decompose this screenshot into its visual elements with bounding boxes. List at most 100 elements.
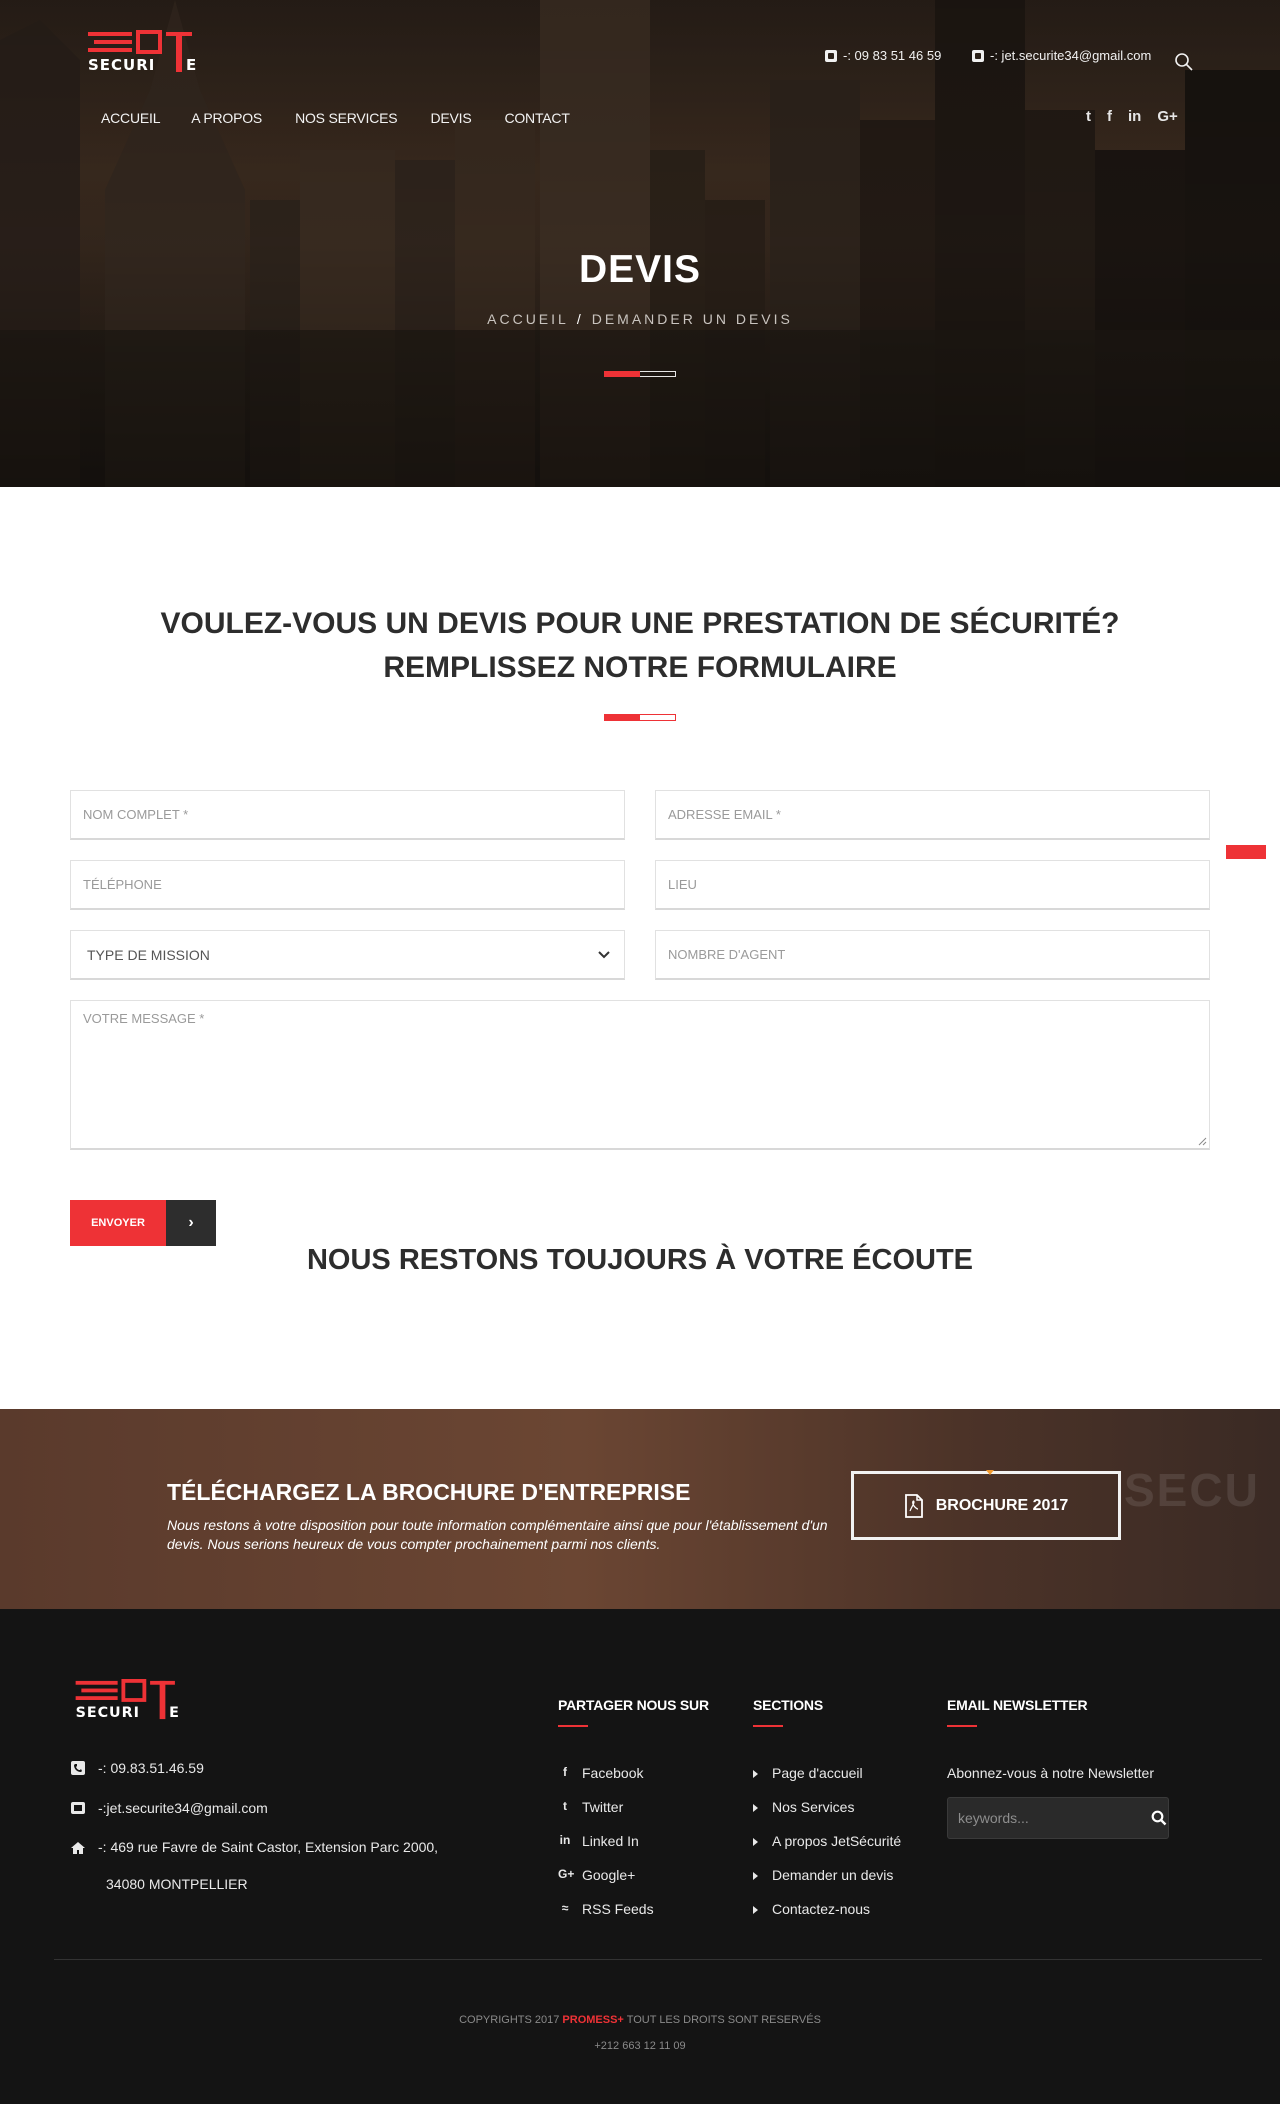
mission-type-value: TYPE DE MISSION: [87, 946, 210, 963]
newsletter-submit-button[interactable]: [1149, 1798, 1168, 1838]
svg-text:E: E: [169, 1705, 179, 1721]
band-watermark: SECU: [1124, 1464, 1260, 1516]
section-link-devis[interactable]: Demander un devis: [753, 1867, 901, 1901]
google-plus-icon[interactable]: G+: [1157, 108, 1177, 125]
facebook-icon: f: [563, 1765, 567, 1779]
brochure-button-label: BROCHURE 2017: [935, 1496, 1069, 1514]
home-icon: [71, 1842, 85, 1854]
share-facebook[interactable]: f Facebook: [558, 1765, 654, 1799]
svg-text:E: E: [186, 56, 196, 74]
form-heading-line1: VOULEZ-VOUS UN DEVIS POUR UNE PRESTATION…: [160, 607, 1120, 640]
pdf-file-icon: [904, 1493, 923, 1518]
search-icon: [1151, 1810, 1166, 1826]
google-plus-icon: G+: [558, 1867, 575, 1881]
footer-email[interactable]: -:jet.securite34@gmail.com: [70, 1800, 268, 1816]
linkedin-icon[interactable]: in: [1128, 108, 1141, 125]
envelope-icon: [972, 49, 984, 62]
footer-address: -: 469 rue Favre de Saint Castor, Extens…: [70, 1839, 438, 1903]
header-social-links: t f in G+: [1086, 108, 1178, 125]
side-tab[interactable]: [1226, 845, 1266, 859]
mission-type-select[interactable]: TYPE DE MISSION: [70, 930, 625, 980]
nav-contact[interactable]: CONTACT: [504, 110, 569, 126]
breadcrumb-separator: /: [576, 311, 584, 327]
site-footer: SECURI E -: 09.83.51.46.59 -:jet.securit…: [0, 1609, 1280, 2104]
caret-icon: [986, 1470, 994, 1475]
send-button[interactable]: ENVOYER ›: [70, 1200, 216, 1246]
page-title: DEVIS: [578, 248, 702, 291]
nav-nos-services[interactable]: NOS SERVICES: [295, 110, 398, 126]
svg-text:SECURI: SECURI: [76, 1705, 140, 1721]
header-phone[interactable]: -: 09 83 51 46 59: [825, 48, 941, 63]
footer-divider: [54, 1959, 1262, 1960]
phone-input[interactable]: [71, 861, 624, 908]
breadcrumb: ACCUEIL / DEMANDER UN DEVIS: [0, 311, 1280, 327]
caret-right-icon: [753, 1906, 758, 1914]
form-heading-line2: REMPLISSEZ NOTRE FORMULAIRE: [383, 651, 897, 684]
agents-field: [655, 930, 1210, 980]
section-link-apropos[interactable]: A propos JetSécurité: [753, 1833, 901, 1867]
message-field: [70, 1000, 1210, 1150]
nav-accueil[interactable]: ACCUEIL: [101, 110, 160, 126]
brochure-heading: TÉLÉCHARGEZ LA BROCHURE D'ENTREPRISE: [167, 1479, 691, 1505]
linkedin-icon: in: [559, 1833, 571, 1847]
hero-banner: SECURI E -: 09 83 51 46 59 -: jet.securi…: [0, 0, 1280, 487]
message-textarea[interactable]: [71, 1001, 1209, 1148]
search-icon[interactable]: [1174, 52, 1194, 72]
share-list: f Facebook t Twitter in Linked In G+ Google+…: [558, 1765, 654, 1935]
header-email[interactable]: -: jet.securite34@gmail.com: [972, 48, 1151, 63]
phone-icon: [71, 1761, 85, 1775]
footer-phone-secondary: +212 663 12 11 09: [594, 2040, 686, 2052]
sections-heading: SECTIONS: [753, 1697, 823, 1727]
caret-right-icon: [753, 1804, 758, 1812]
title-divider: [604, 371, 676, 377]
arrow-right-icon: ›: [166, 1200, 216, 1246]
newsletter-heading: EMAIL NEWSLETTER: [947, 1697, 1088, 1727]
envelope-icon: [71, 1802, 85, 1814]
newsletter-form: [947, 1797, 1169, 1839]
footer-phone: -: 09.83.51.46.59: [70, 1760, 204, 1776]
footer-address-text: -: 469 rue Favre de Saint Castor, Extens…: [98, 1839, 439, 1892]
name-field: [70, 790, 625, 840]
share-google-plus[interactable]: G+ Google+: [558, 1867, 654, 1901]
footer-logo[interactable]: SECURI E: [74, 1679, 188, 1721]
jet-securite-logo[interactable]: SECURI E: [88, 30, 204, 74]
brochure-banner: SECU TÉLÉCHARGEZ LA BROCHURE D'ENTREPRIS…: [0, 1409, 1280, 1609]
form-heading: VOULEZ-VOUS UN DEVIS POUR UNE PRESTATION…: [0, 602, 1280, 690]
send-button-label: ENVOYER: [70, 1200, 166, 1246]
phone-icon: [825, 49, 837, 62]
share-linkedin[interactable]: in Linked In: [558, 1833, 654, 1867]
name-input[interactable]: [71, 791, 624, 838]
brochure-download-button[interactable]: BROCHURE 2017: [851, 1470, 1121, 1540]
twitter-icon: t: [563, 1799, 567, 1813]
form-title-divider: [604, 714, 676, 721]
brochure-text: Nous restons à votre disposition pour to…: [167, 1517, 828, 1552]
breadcrumb-home[interactable]: ACCUEIL: [487, 311, 569, 327]
caret-right-icon: [753, 1770, 758, 1778]
newsletter-input[interactable]: [948, 1798, 1149, 1838]
agents-input[interactable]: [656, 931, 1209, 978]
resize-handle-icon[interactable]: [1198, 1137, 1207, 1146]
place-field: [655, 860, 1210, 910]
breadcrumb-current: DEMANDER UN DEVIS: [591, 311, 793, 327]
email-input[interactable]: [656, 791, 1209, 838]
section-link-contact[interactable]: Contactez-nous: [753, 1901, 901, 1935]
section-link-services[interactable]: Nos Services: [753, 1799, 901, 1833]
share-rss[interactable]: ≈ RSS Feeds: [558, 1901, 654, 1935]
nav-a-propos[interactable]: A PROPOS: [191, 110, 262, 126]
section-link-accueil[interactable]: Page d'accueil: [753, 1765, 901, 1799]
phone-field: [70, 860, 625, 910]
share-twitter[interactable]: t Twitter: [558, 1799, 654, 1833]
facebook-icon[interactable]: f: [1107, 108, 1112, 125]
listen-heading: NOUS RESTONS TOUJOURS À VOTRE ÉCOUTE: [306, 1244, 974, 1276]
sections-list: Page d'accueil Nos Services A propos Jet…: [753, 1765, 901, 1935]
copyright: COPYRIGHTS 2017 PROMESS+ TOUT LES DROITS…: [459, 2014, 821, 2026]
twitter-icon[interactable]: t: [1086, 108, 1091, 125]
caret-right-icon: [753, 1838, 758, 1846]
email-field: [655, 790, 1210, 840]
caret-right-icon: [753, 1872, 758, 1880]
share-heading: PARTAGER NOUS SUR: [558, 1697, 709, 1727]
copyright-brand-link[interactable]: PROMESS+: [562, 2014, 623, 2026]
svg-text:SECURI: SECURI: [88, 56, 155, 74]
nav-devis[interactable]: DEVIS: [430, 110, 471, 126]
place-input[interactable]: [656, 861, 1209, 908]
